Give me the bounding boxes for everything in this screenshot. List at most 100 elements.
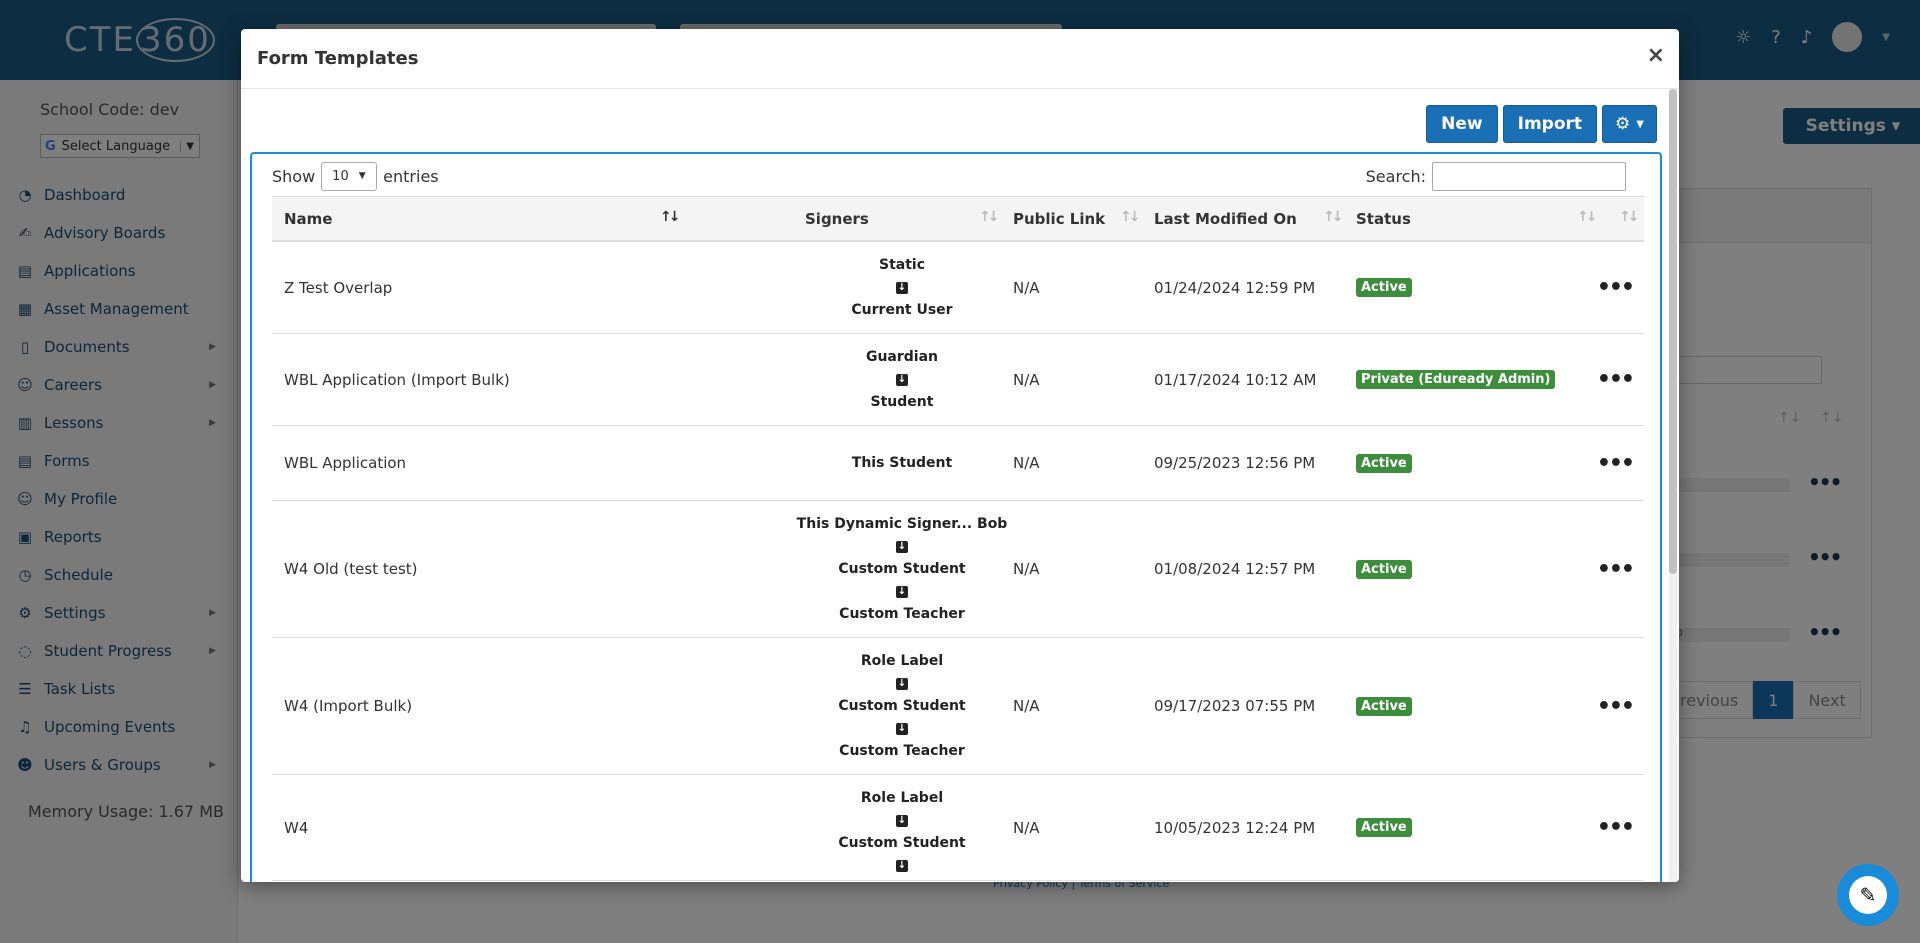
- templates-table: Name ↑↓ Signers ↑↓ Public Link ↑↓ Last M…: [272, 196, 1644, 881]
- template-name: W4 Old (test test): [284, 560, 418, 578]
- row-actions-icon[interactable]: •••: [1597, 501, 1635, 637]
- status-cell: Active: [1356, 775, 1412, 880]
- search-label: Search:: [1365, 166, 1426, 186]
- last-modified: 01/08/2024 12:57 PM: [1154, 560, 1316, 578]
- signer-label: Current User: [851, 302, 953, 318]
- column-status[interactable]: Status: [1356, 197, 1411, 241]
- template-name: WBL Application (Import Bulk): [284, 370, 510, 389]
- sort-icon[interactable]: ↑↓: [1577, 209, 1598, 225]
- public-link: N/A: [1013, 560, 1040, 578]
- status-cell: Private (Eduready Admin): [1356, 334, 1556, 425]
- status-badge: Active: [1356, 696, 1412, 716]
- signer-label: Custom Student: [838, 835, 966, 851]
- chat-widget-button[interactable]: ✎: [1837, 864, 1899, 926]
- signer-label: Student: [870, 394, 934, 410]
- signer-label: Guardian: [865, 349, 939, 365]
- last-modified: 09/25/2023 12:56 PM: [1154, 454, 1316, 472]
- last-modified: 09/17/2023 07:55 PM: [1154, 697, 1316, 715]
- signer-label: Custom Teacher: [839, 606, 965, 622]
- table-row[interactable]: Z Test Overlap Static ↓ Current User N/A 01/2…: [272, 242, 1644, 334]
- row-actions-icon[interactable]: •••: [1597, 638, 1635, 774]
- arrow-down-icon: ↓: [896, 859, 908, 872]
- table-row[interactable]: WBL Application (Import Bulk) Guardian ↓ St…: [272, 334, 1644, 426]
- modal-title: Form Templates: [257, 48, 419, 69]
- show-label: Show: [272, 166, 316, 186]
- table-row[interactable]: W4 Old (test test) This Dynamic Signer...…: [272, 501, 1644, 638]
- signers-cell: Role Label ↓ Custom Student ↓ Custom Teacher: [752, 638, 1052, 774]
- arrow-down-icon: ↓: [896, 677, 908, 690]
- signer-label: Custom Teacher: [839, 743, 965, 759]
- arrow-down-icon: ↓: [896, 540, 908, 553]
- sort-icon[interactable]: ↑↓: [1120, 209, 1141, 225]
- chat-icon: ✎: [1849, 876, 1887, 914]
- last-modified: 01/17/2024 10:12 AM: [1154, 370, 1317, 389]
- close-icon[interactable]: ×: [1647, 43, 1665, 68]
- signer-label: Custom Student: [838, 698, 966, 714]
- signer-label: This Student: [851, 455, 953, 471]
- last-modified: 10/05/2023 12:24 PM: [1154, 818, 1316, 837]
- signers-cell: Role Label ↓ Custom Student ↓: [752, 775, 1052, 880]
- sort-icon[interactable]: ↑↓: [1619, 209, 1640, 225]
- column-last-modified[interactable]: Last Modified On: [1154, 197, 1297, 241]
- arrow-down-icon: ↓: [896, 585, 908, 598]
- signers-cell: This Dynamic Signer... Bob ↓ Custom Studen…: [752, 501, 1052, 637]
- sort-icon[interactable]: ↑↓: [1323, 209, 1344, 225]
- column-public-link[interactable]: Public Link: [1013, 197, 1105, 241]
- row-actions-icon[interactable]: •••: [1597, 242, 1635, 333]
- arrow-down-icon: ↓: [896, 281, 908, 294]
- table-row[interactable]: W4 Role Label ↓ Custom Student ↓ N/A 10/05/202…: [272, 775, 1644, 881]
- row-actions-icon[interactable]: •••: [1597, 334, 1635, 425]
- arrow-down-icon: ↓: [896, 722, 908, 735]
- signer-label: This Dynamic Signer... Bob: [796, 516, 1008, 532]
- public-link: N/A: [1013, 278, 1040, 297]
- signers-cell: Guardian ↓ Student: [752, 334, 1052, 425]
- modal-header: Form Templates: [241, 29, 1679, 89]
- signer-label: Custom Student: [838, 561, 966, 577]
- last-modified: 01/24/2024 12:59 PM: [1154, 278, 1316, 297]
- new-button[interactable]: New: [1426, 105, 1498, 143]
- template-name: WBL Application: [284, 454, 407, 472]
- public-link: N/A: [1013, 454, 1040, 472]
- signers-cell: This Student: [752, 426, 1052, 500]
- sort-icon[interactable]: ↑↓: [979, 209, 1000, 225]
- table-body: Z Test Overlap Static ↓ Current User N/A 01/2…: [272, 242, 1644, 881]
- search-input[interactable]: [1432, 161, 1626, 191]
- status-badge: Active: [1356, 453, 1412, 473]
- arrow-down-icon: ↓: [896, 814, 908, 827]
- options-dropdown-button[interactable]: ⚙ ▼: [1602, 105, 1657, 143]
- modal-scrollbar[interactable]: [1669, 89, 1677, 882]
- import-button[interactable]: Import: [1502, 105, 1598, 143]
- table-row[interactable]: WBL Application This Student N/A 09/25/2023…: [272, 426, 1644, 501]
- signer-label: Role Label: [860, 790, 944, 806]
- template-name: W4: [284, 818, 309, 837]
- entries-label: entries: [383, 166, 439, 186]
- arrow-down-icon: ↓: [896, 373, 908, 386]
- signers-cell: Static ↓ Current User: [752, 242, 1052, 333]
- row-actions-icon[interactable]: •••: [1597, 426, 1635, 500]
- status-badge: Active: [1356, 818, 1412, 837]
- status-badge: Active: [1356, 278, 1412, 297]
- public-link: N/A: [1013, 818, 1040, 837]
- table-header: Name ↑↓ Signers ↑↓ Public Link ↑↓ Last M…: [272, 196, 1644, 242]
- modal-toolbar: New Import ⚙ ▼: [1426, 105, 1657, 143]
- template-name: W4 (Import Bulk): [284, 697, 413, 715]
- status-cell: Active: [1356, 638, 1412, 774]
- signer-label: Static: [878, 257, 925, 273]
- templates-table-container: Show 10 ▼ entries Search: Name ↑↓ Signers…: [250, 152, 1662, 882]
- status-cell: Active: [1356, 242, 1412, 333]
- status-badge: Active: [1356, 559, 1412, 579]
- table-row[interactable]: W4 (Import Bulk) Role Label ↓ Custom Studen…: [272, 638, 1644, 775]
- template-name: Z Test Overlap: [284, 278, 393, 297]
- gears-icon: ⚙: [1615, 114, 1631, 134]
- entries-select[interactable]: 10 ▼: [321, 161, 378, 191]
- column-name[interactable]: Name: [284, 197, 332, 241]
- sort-icon[interactable]: ↑↓: [660, 209, 681, 225]
- public-link: N/A: [1013, 697, 1040, 715]
- row-actions-icon[interactable]: •••: [1597, 775, 1635, 880]
- form-templates-modal: Form Templates × New Import ⚙ ▼ Show 10 ▼ …: [241, 29, 1679, 882]
- search-control: Search:: [1366, 160, 1626, 192]
- signer-label: Role Label: [860, 653, 944, 669]
- column-signers[interactable]: Signers: [805, 197, 869, 241]
- public-link: N/A: [1013, 370, 1040, 389]
- status-cell: Active: [1356, 426, 1412, 500]
